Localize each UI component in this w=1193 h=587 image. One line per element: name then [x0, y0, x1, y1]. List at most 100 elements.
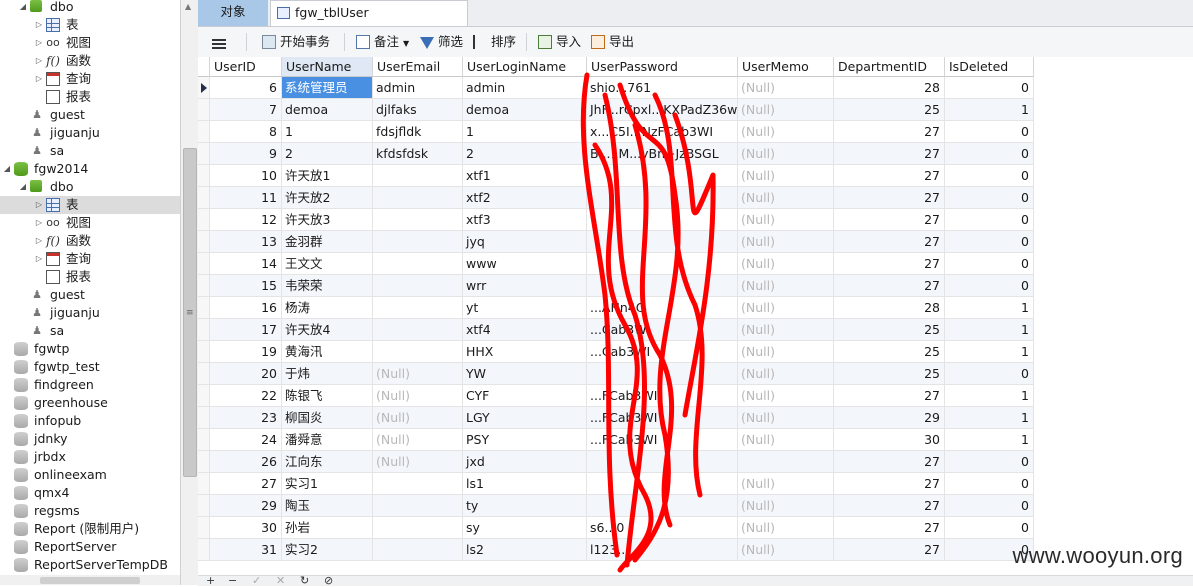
cell-id[interactable]: 7: [210, 99, 282, 121]
table-row[interactable]: 22 陈银飞 (Null) CYF ...FCab3WI (Null) 27 1: [198, 385, 1034, 407]
cell-login[interactable]: wrr: [463, 275, 587, 297]
row-indicator[interactable]: [198, 231, 210, 253]
current-row-arrow-icon[interactable]: [198, 77, 210, 99]
cell-name[interactable]: 杨涛: [282, 297, 373, 319]
cell-email[interactable]: (Null): [373, 407, 463, 429]
cell-dept[interactable]: 27: [834, 517, 945, 539]
cell-id[interactable]: 30: [210, 517, 282, 539]
cell-memo[interactable]: (Null): [738, 121, 834, 143]
cell-dept[interactable]: 25: [834, 99, 945, 121]
tree-item[interactable]: findgreen: [0, 376, 180, 394]
cell-del[interactable]: 1: [945, 429, 1034, 451]
tree-item[interactable]: ♟ sa: [0, 322, 180, 340]
row-indicator[interactable]: [198, 363, 210, 385]
row-indicator[interactable]: [198, 275, 210, 297]
cell-dept[interactable]: 28: [834, 297, 945, 319]
menu-button[interactable]: [212, 32, 230, 52]
cell-email[interactable]: [373, 209, 463, 231]
tree-item[interactable]: ♟ guest: [0, 286, 180, 304]
begin-transaction-button[interactable]: 开始事务: [262, 32, 330, 52]
cell-del[interactable]: 0: [945, 209, 1034, 231]
cell-memo[interactable]: [738, 451, 834, 473]
cell-dept[interactable]: 27: [834, 187, 945, 209]
column-header-isdeleted[interactable]: IsDeleted: [945, 57, 1034, 77]
cell-id[interactable]: 13: [210, 231, 282, 253]
cell-memo[interactable]: (Null): [738, 341, 834, 363]
cell-login[interactable]: jyq: [463, 231, 587, 253]
cell-pwd[interactable]: [587, 231, 738, 253]
tree-horizontal-scrollbar[interactable]: [0, 575, 180, 585]
cell-dept[interactable]: 30: [834, 429, 945, 451]
cell-memo[interactable]: (Null): [738, 209, 834, 231]
cell-del[interactable]: 0: [945, 451, 1034, 473]
cell-name[interactable]: 2: [282, 143, 373, 165]
tree-item[interactable]: ▷ 表: [0, 196, 180, 214]
row-indicator[interactable]: [198, 517, 210, 539]
expand-arrow-icon[interactable]: ▷: [34, 70, 44, 88]
tree-item[interactable]: ♟ jiguanju: [0, 304, 180, 322]
table-row[interactable]: 12 许天放3 xtf3 (Null) 27 0: [198, 209, 1034, 231]
cell-login[interactable]: yt: [463, 297, 587, 319]
row-indicator[interactable]: [198, 385, 210, 407]
cell-id[interactable]: 9: [210, 143, 282, 165]
cell-pwd[interactable]: ...AHn4O: [587, 297, 738, 319]
cell-name[interactable]: 金羽群: [282, 231, 373, 253]
cell-email[interactable]: (Null): [373, 451, 463, 473]
expand-arrow-icon[interactable]: ▷: [34, 214, 44, 232]
cell-dept[interactable]: 27: [834, 473, 945, 495]
tree-item[interactable]: infopub: [0, 412, 180, 430]
cell-del[interactable]: 0: [945, 77, 1034, 99]
table-row[interactable]: 23 柳国炎 (Null) LGY ...FCab3WI (Null) 29 1: [198, 407, 1034, 429]
cell-id[interactable]: 8: [210, 121, 282, 143]
cell-name[interactable]: 于炜: [282, 363, 373, 385]
cell-del[interactable]: 0: [945, 473, 1034, 495]
cell-memo[interactable]: (Null): [738, 253, 834, 275]
scroll-thumb[interactable]: [40, 577, 140, 584]
cell-login[interactable]: ty: [463, 495, 587, 517]
tab-objects[interactable]: 对象: [198, 0, 268, 26]
cell-login[interactable]: xtf4: [463, 319, 587, 341]
cell-pwd[interactable]: [587, 363, 738, 385]
table-row[interactable]: 16 杨涛 yt ...AHn4O (Null) 28 1: [198, 297, 1034, 319]
column-header-username[interactable]: UserName: [282, 57, 373, 77]
cell-del[interactable]: 0: [945, 495, 1034, 517]
row-indicator[interactable]: [198, 319, 210, 341]
cell-dept[interactable]: 27: [834, 165, 945, 187]
collapse-arrow-icon[interactable]: ◢: [18, 178, 28, 196]
cell-email[interactable]: (Null): [373, 385, 463, 407]
cell-email[interactable]: admin: [373, 77, 463, 99]
table-row[interactable]: 19 黄海汛 HHX ...Cab3WI (Null) 25 1: [198, 341, 1034, 363]
table-row[interactable]: 20 于炜 (Null) YW (Null) 25 0: [198, 363, 1034, 385]
cell-memo[interactable]: (Null): [738, 275, 834, 297]
table-row[interactable]: 8 1 fdsjfldk 1 x...C5I...NzFCab3WI (Null) 27 0: [198, 121, 1034, 143]
cell-pwd[interactable]: ...FCab3WI: [587, 429, 738, 451]
cell-memo[interactable]: (Null): [738, 407, 834, 429]
tree-item[interactable]: ▷ 表: [0, 16, 180, 34]
cell-login[interactable]: ls1: [463, 473, 587, 495]
cell-id[interactable]: 12: [210, 209, 282, 231]
table-row[interactable]: 10 许天放1 xtf1 (Null) 27 0: [198, 165, 1034, 187]
row-indicator[interactable]: [198, 539, 210, 561]
cell-email[interactable]: [373, 275, 463, 297]
cell-id[interactable]: 26: [210, 451, 282, 473]
cell-del[interactable]: 0: [945, 517, 1034, 539]
cell-dept[interactable]: 25: [834, 363, 945, 385]
cell-pwd[interactable]: [587, 451, 738, 473]
column-header-userloginname[interactable]: UserLoginName: [463, 57, 587, 77]
table-row[interactable]: 26 江向东 (Null) jxd 27 0: [198, 451, 1034, 473]
column-header-useremail[interactable]: UserEmail: [373, 57, 463, 77]
cell-dept[interactable]: 27: [834, 209, 945, 231]
cell-id[interactable]: 19: [210, 341, 282, 363]
tree-item[interactable]: ♟ sa: [0, 142, 180, 160]
cell-pwd[interactable]: [587, 275, 738, 297]
cell-id[interactable]: 6: [210, 77, 282, 99]
row-indicator[interactable]: [198, 451, 210, 473]
tree-item[interactable]: ◢ fgw2014: [0, 160, 180, 178]
cell-email[interactable]: [373, 473, 463, 495]
cell-del[interactable]: 1: [945, 407, 1034, 429]
tree-item[interactable]: ReportServer: [0, 538, 180, 556]
cell-dept[interactable]: 27: [834, 385, 945, 407]
cell-dept[interactable]: 27: [834, 231, 945, 253]
tree-item[interactable]: ReportServerTempDB: [0, 556, 180, 574]
cell-pwd[interactable]: ...FCab3WI: [587, 407, 738, 429]
